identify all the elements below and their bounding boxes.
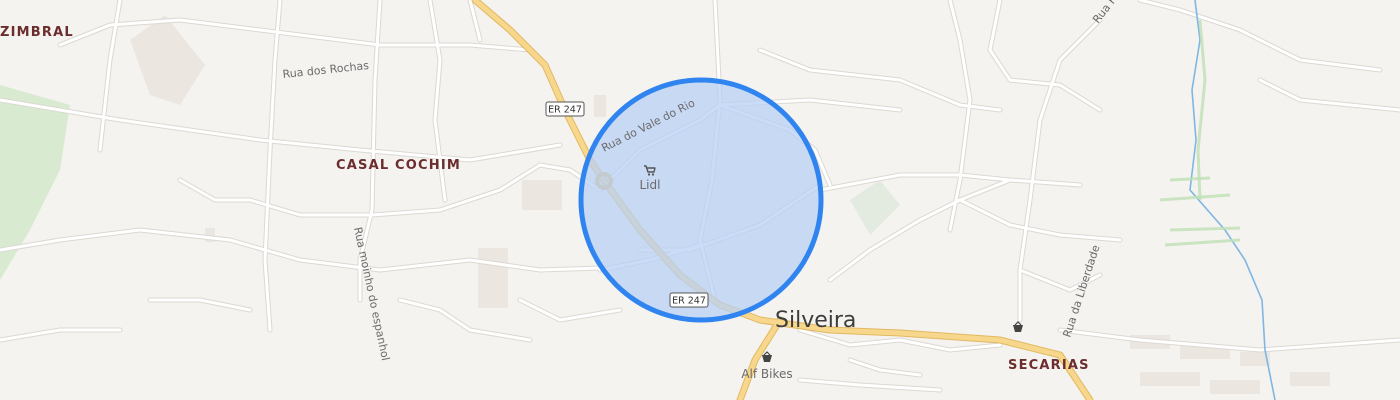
place-label-casal-cochim: CASAL COCHIM — [336, 158, 461, 173]
place-label-zimbral: ZIMBRAL — [0, 25, 74, 40]
place-label-silveira: Silveira — [775, 308, 856, 333]
road-shield-er247-south: ER 247 — [669, 292, 709, 308]
road-shield-label: ER 247 — [672, 296, 706, 307]
road-shield-er247-north: ER 247 — [545, 101, 585, 117]
road-shield-label: ER 247 — [548, 105, 582, 116]
poi-label-alf-bikes: Alf Bikes — [741, 367, 792, 381]
location-accuracy-circle[interactable] — [578, 77, 824, 323]
place-label-secarias: SECARIAS — [1008, 358, 1090, 373]
map-view[interactable]: ER 247 ER 247 Rua dos Rochas Rua do Vale… — [0, 0, 1400, 400]
poi-label-lidl: Lidl — [640, 178, 661, 192]
map-canvas[interactable]: ER 247 ER 247 Rua dos Rochas Rua do Vale… — [0, 0, 1400, 400]
